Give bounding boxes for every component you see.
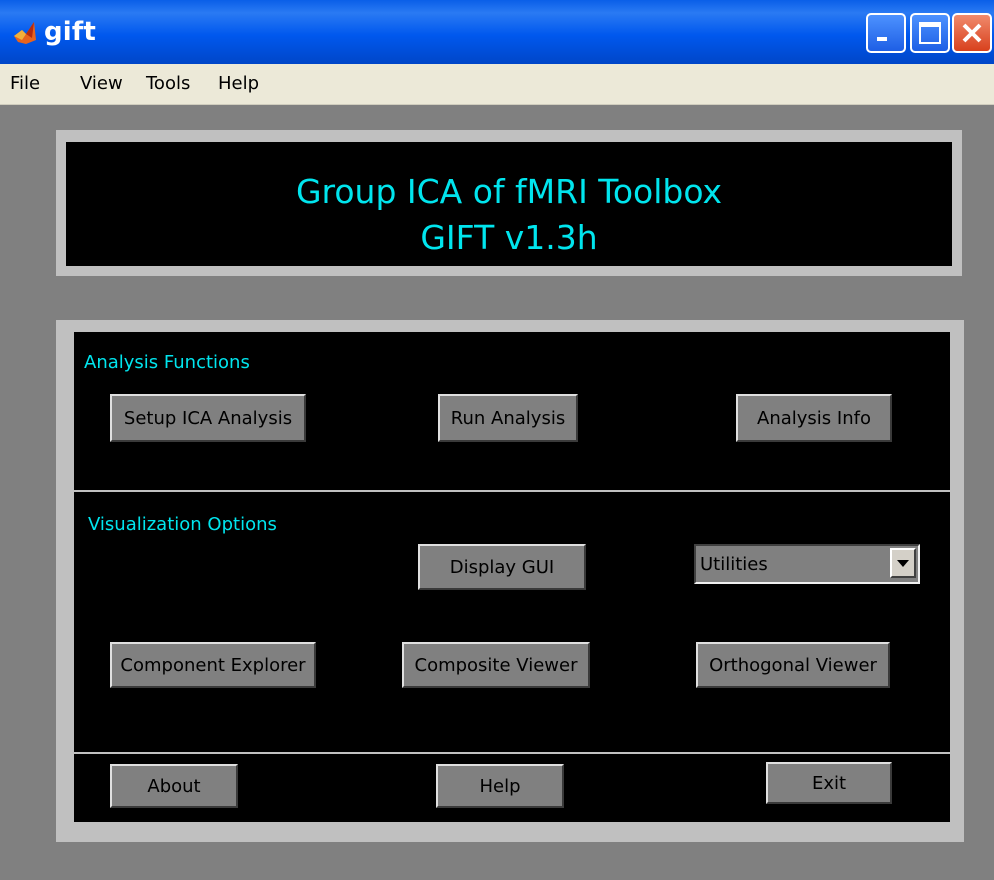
gift-window: gift File View Tools Help Group ICA of f… [0, 0, 994, 880]
banner-panel: Group ICA of fMRI Toolbox GIFT v1.3h [66, 142, 952, 266]
exit-button[interactable]: Exit [766, 762, 892, 804]
analysis-functions-label: Analysis Functions [84, 352, 250, 373]
minimize-button[interactable] [866, 13, 906, 53]
composite-viewer-button[interactable]: Composite Viewer [402, 642, 590, 688]
minimize-icon [877, 37, 887, 41]
title-bar[interactable]: gift [0, 0, 994, 64]
setup-ica-analysis-button[interactable]: Setup ICA Analysis [110, 394, 306, 442]
menu-tools[interactable]: Tools [146, 64, 190, 104]
toolbox-version: GIFT v1.3h [420, 218, 598, 257]
component-explorer-button[interactable]: Component Explorer [110, 642, 316, 688]
menu-view[interactable]: View [80, 64, 123, 104]
maximize-button[interactable] [910, 13, 950, 53]
main-frame: Analysis Functions Setup ICA Analysis Ru… [56, 320, 964, 842]
matlab-icon [14, 22, 36, 44]
analysis-info-button[interactable]: Analysis Info [736, 394, 892, 442]
utilities-selected-value: Utilities [700, 553, 768, 575]
bottom-divider [74, 752, 950, 754]
help-button[interactable]: Help [436, 764, 564, 808]
section-divider [74, 490, 950, 492]
toolbox-title: Group ICA of fMRI Toolbox [295, 172, 723, 211]
menu-bar: File View Tools Help [0, 64, 994, 105]
maximize-icon [919, 22, 941, 44]
orthogonal-viewer-button[interactable]: Orthogonal Viewer [696, 642, 890, 688]
chevron-down-icon [897, 560, 909, 567]
close-icon [962, 23, 982, 43]
close-button[interactable] [952, 13, 992, 53]
window-title: gift [44, 17, 97, 47]
main-panel: Analysis Functions Setup ICA Analysis Ru… [74, 332, 950, 822]
run-analysis-button[interactable]: Run Analysis [438, 394, 578, 442]
display-gui-button[interactable]: Display GUI [418, 544, 586, 590]
about-button[interactable]: About [110, 764, 238, 808]
visualization-options-label: Visualization Options [88, 514, 277, 535]
menu-file[interactable]: File [10, 64, 40, 104]
menu-help[interactable]: Help [218, 64, 259, 104]
dropdown-arrow-button[interactable] [890, 548, 916, 578]
utilities-dropdown[interactable]: Utilities [694, 544, 920, 584]
banner-frame: Group ICA of fMRI Toolbox GIFT v1.3h [56, 130, 962, 276]
